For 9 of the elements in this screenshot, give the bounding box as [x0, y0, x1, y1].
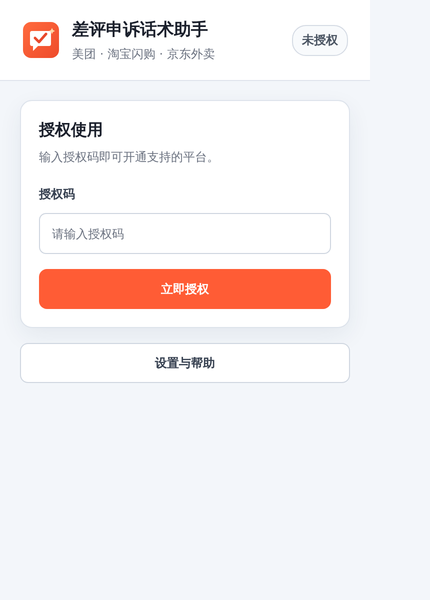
card-description: 输入授权码即可开通支持的平台。	[39, 149, 220, 166]
field-label: 授权码	[39, 186, 76, 203]
card-title: 授权使用	[39, 120, 104, 141]
platform-list: 美团 · 淘宝闪购 · 京东外卖	[72, 46, 279, 62]
app-title: 差评申诉话术助手	[72, 18, 209, 40]
status-badge: 未授权	[292, 24, 348, 56]
chat-check-icon	[23, 22, 59, 58]
auth-code-field[interactable]: 请输入授权码	[39, 213, 331, 254]
settings-help-button[interactable]: 设置与帮助	[20, 343, 350, 383]
